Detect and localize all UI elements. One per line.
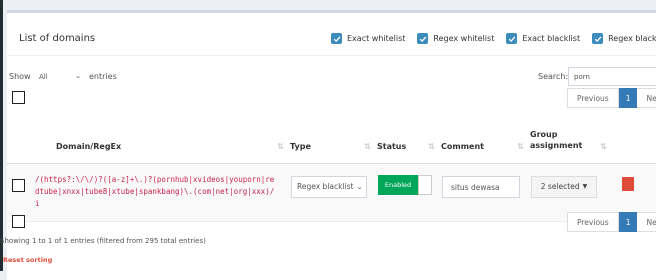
filter-exact-whitelist[interactable]: Exact whitelist bbox=[331, 33, 405, 44]
previous-button[interactable]: Previous bbox=[567, 88, 619, 108]
delete-button[interactable] bbox=[622, 176, 634, 191]
filter-regex-whitelist[interactable]: Regex whitelist bbox=[417, 33, 494, 44]
pagination-bottom: Previous 1 Ne bbox=[567, 212, 656, 232]
header-action bbox=[621, 116, 656, 164]
table-header-row: Domain/RegEx ⇅ Type ⇅ Status ⇅ Comment ⇅ bbox=[7, 116, 656, 164]
group-select-button[interactable]: 2 selected ▼ bbox=[531, 175, 597, 198]
checkbox-checked-icon[interactable] bbox=[592, 33, 604, 44]
search-label: Search: bbox=[538, 72, 569, 81]
show-label: Show bbox=[9, 72, 31, 81]
sort-icon: ⇅ bbox=[428, 141, 435, 151]
type-filters: Exact whitelist Regex whitelist Exact bl… bbox=[331, 33, 656, 44]
pagination-top: Previous 1 Ne bbox=[567, 88, 656, 108]
header-type[interactable]: Type ⇅ bbox=[290, 116, 377, 164]
comment-input[interactable]: situs dewasa bbox=[442, 175, 520, 198]
header-type-label: Type bbox=[290, 141, 311, 151]
caret-down-icon: ▼ bbox=[582, 183, 588, 190]
domains-table: Domain/RegEx ⇅ Type ⇅ Status ⇅ Comment ⇅ bbox=[7, 116, 656, 222]
chevron-down-icon: ⌄ bbox=[356, 182, 363, 191]
filter-label: Regex blackli bbox=[608, 34, 656, 43]
sort-icon: ⇅ bbox=[364, 141, 371, 151]
row-select-cell bbox=[7, 163, 34, 222]
checkbox-checked-icon[interactable] bbox=[417, 33, 429, 44]
domain-regex-text: /(https?:\/\/)?([a-z]+\.)?(pornhub|xvide… bbox=[35, 174, 275, 208]
filter-label: Regex whitelist bbox=[433, 34, 495, 43]
type-select[interactable]: Regex blacklist ⌄ bbox=[291, 175, 367, 198]
status-toggle-on-label: Enabled bbox=[378, 174, 418, 195]
header-select bbox=[7, 116, 34, 164]
sidebar-edge bbox=[0, 0, 3, 271]
comment-cell: situs dewasa bbox=[441, 163, 530, 222]
header-status[interactable]: Status ⇅ bbox=[377, 116, 441, 164]
type-select-value: Regex blacklist bbox=[297, 182, 354, 191]
table-row: /(https?:\/\/)?([a-z]+\.)?(pornhub|xvide… bbox=[7, 163, 656, 222]
domain-cell: /(https?:\/\/)?([a-z]+\.)?(pornhub|xvide… bbox=[34, 163, 290, 222]
table-info: Showing 1 to 1 of 1 entries (filtered fr… bbox=[0, 237, 206, 245]
previous-button[interactable]: Previous bbox=[567, 212, 619, 232]
sort-icon: ⇅ bbox=[277, 141, 284, 151]
filter-regex-blacklist[interactable]: Regex blackli bbox=[592, 33, 656, 44]
search-input[interactable]: porn bbox=[568, 67, 656, 86]
header-group-label: Group assignment bbox=[530, 129, 583, 150]
chevron-down-icon: ⌄ bbox=[75, 72, 81, 80]
header-status-label: Status bbox=[377, 141, 407, 151]
checkbox-checked-icon[interactable] bbox=[331, 33, 342, 44]
status-cell: Enabled bbox=[377, 163, 441, 222]
filter-exact-blacklist[interactable]: Exact blacklist bbox=[506, 33, 580, 44]
row-checkbox[interactable] bbox=[12, 178, 25, 192]
entries-length-value: All bbox=[39, 73, 48, 81]
checkbox-checked-icon[interactable] bbox=[506, 33, 518, 44]
sort-numeric-icon: ⇅ bbox=[600, 141, 607, 151]
next-button[interactable]: Ne bbox=[637, 212, 656, 232]
entries-label: entries bbox=[89, 72, 117, 81]
select-all-checkbox-bottom[interactable] bbox=[12, 215, 25, 228]
header-domain[interactable]: Domain/RegEx ⇅ bbox=[34, 116, 290, 164]
status-toggle[interactable]: Enabled bbox=[378, 174, 440, 195]
table-controls: Show All ⌄ entries Search: porn bbox=[7, 67, 656, 87]
status-toggle-handle bbox=[418, 174, 432, 195]
panel-header: List of domains Exact whitelist Regex wh… bbox=[7, 13, 656, 56]
header-comment[interactable]: Comment ⇅ bbox=[441, 116, 530, 164]
select-all-checkbox-top[interactable] bbox=[12, 91, 25, 104]
entries-length-select[interactable]: All ⌄ bbox=[35, 68, 85, 85]
header-group[interactable]: Group assignment ⇅ bbox=[530, 116, 621, 164]
page-1-button[interactable]: 1 bbox=[618, 88, 638, 108]
sort-icon: ⇅ bbox=[517, 141, 524, 151]
filter-label: Exact blacklist bbox=[522, 34, 581, 43]
header-comment-label: Comment bbox=[441, 141, 484, 151]
next-button[interactable]: Ne bbox=[637, 88, 656, 108]
header-domain-label: Domain/RegEx bbox=[56, 141, 122, 151]
panel-title: List of domains bbox=[19, 33, 96, 44]
group-select-value: 2 selected bbox=[540, 182, 580, 191]
filter-label: Exact whitelist bbox=[347, 34, 406, 43]
page-1-button[interactable]: 1 bbox=[618, 212, 638, 232]
type-cell: Regex blacklist ⌄ bbox=[290, 163, 377, 222]
reset-sorting-button[interactable]: Reset sorting bbox=[3, 256, 52, 264]
